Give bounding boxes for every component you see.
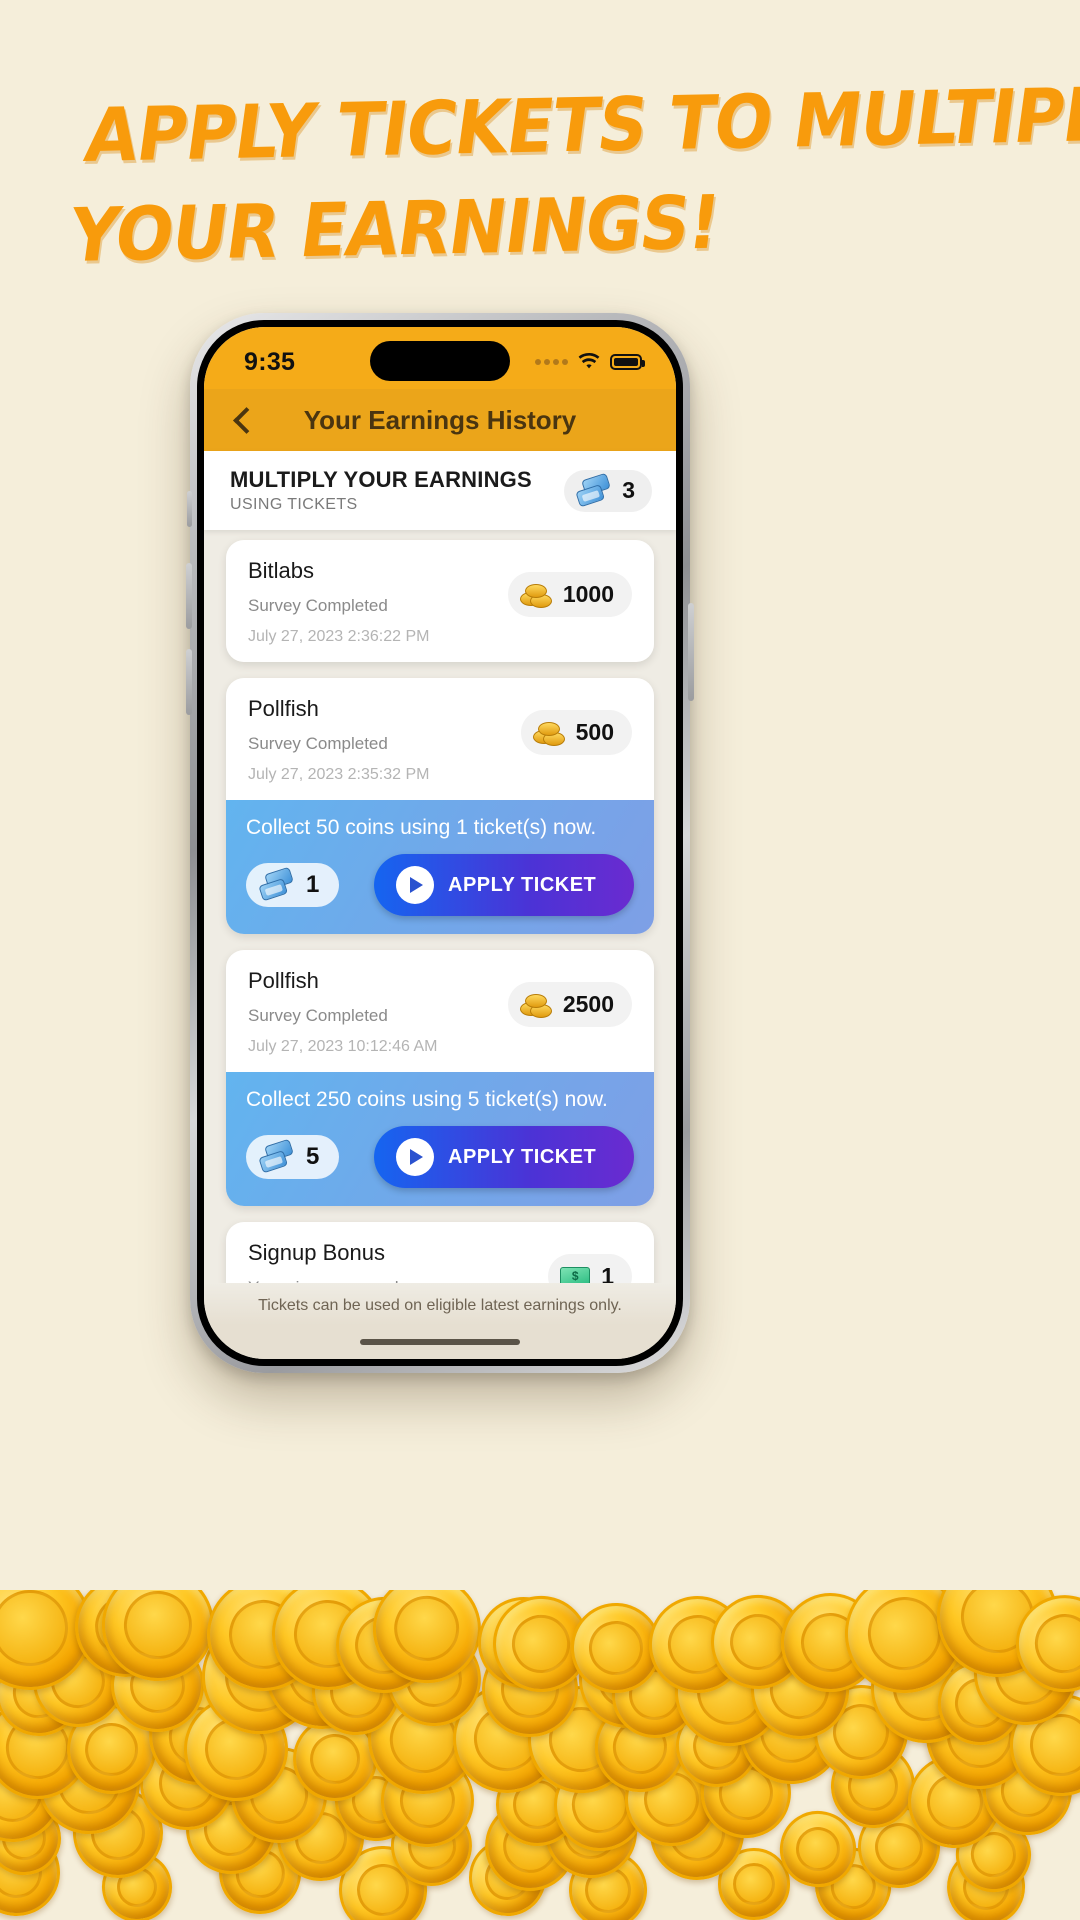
money-icon bbox=[560, 1264, 592, 1283]
promo-text: Collect 250 coins using 5 ticket(s) now. bbox=[246, 1088, 608, 1111]
promo-ticket-pill: 5 bbox=[246, 1135, 340, 1179]
earning-amount-pill: 2500 bbox=[507, 982, 632, 1027]
silent-switch[interactable] bbox=[187, 491, 192, 527]
status-icons bbox=[535, 345, 645, 371]
earning-card[interactable]: Bitlabs Survey Completed July 27, 2023 2… bbox=[226, 540, 654, 662]
earning-description: Survey Completed bbox=[248, 1006, 388, 1025]
list-item[interactable]: Pollfish Survey Completed July 27, 2023 … bbox=[226, 678, 654, 934]
earning-amount: 500 bbox=[575, 719, 614, 745]
headline-line-1: APPLY TICKETS TO MULTIPLY bbox=[80, 71, 1080, 179]
volume-down-button[interactable] bbox=[186, 649, 192, 715]
coin-stack-icon bbox=[519, 992, 554, 1018]
earning-name: Bitlabs bbox=[248, 558, 315, 583]
coin-stack-icon bbox=[519, 582, 554, 608]
earning-card[interactable]: Pollfish Survey Completed July 27, 2023 … bbox=[226, 678, 654, 800]
apply-ticket-label: APPLY TICKET bbox=[448, 1145, 597, 1168]
earning-name: Pollfish bbox=[248, 696, 319, 721]
coin-stack-icon bbox=[532, 720, 567, 746]
apply-ticket-promo: Collect 50 coins using 1 ticket(s) now. … bbox=[226, 800, 654, 934]
coin-pile-decoration bbox=[0, 1590, 1080, 1920]
earning-info: Pollfish Survey Completed July 27, 2023 … bbox=[248, 696, 429, 784]
earning-amount-pill: 1 bbox=[548, 1254, 632, 1283]
status-time: 9:35 bbox=[244, 347, 296, 376]
signal-dots-icon bbox=[535, 359, 568, 365]
list-item[interactable]: Pollfish Survey Completed July 27, 2023 … bbox=[226, 950, 654, 1206]
earning-info: Bitlabs Survey Completed July 27, 2023 2… bbox=[248, 558, 429, 646]
apply-ticket-button[interactable]: APPLY TICKET bbox=[374, 1126, 634, 1188]
phone-bezel: 9:35 Your Earnings History MULTIPLY YOUR… bbox=[197, 320, 683, 1366]
battery-full-icon bbox=[610, 354, 645, 370]
app-screen: 9:35 Your Earnings History MULTIPLY YOUR… bbox=[204, 327, 676, 1359]
list-item[interactable]: Bitlabs Survey Completed July 27, 2023 2… bbox=[226, 540, 654, 662]
multiply-title: MULTIPLY YOUR EARNINGS bbox=[230, 467, 532, 492]
earning-amount-pill: 500 bbox=[520, 710, 632, 755]
earning-date: July 27, 2023 2:35:32 PM bbox=[248, 766, 430, 783]
apply-ticket-label: APPLY TICKET bbox=[448, 873, 597, 896]
apply-ticket-promo: Collect 250 coins using 5 ticket(s) now.… bbox=[226, 1072, 654, 1206]
play-icon bbox=[396, 1138, 434, 1176]
home-indicator[interactable] bbox=[204, 1325, 676, 1359]
headline-line-2: YOUR EARNINGS! bbox=[64, 179, 725, 279]
ticket-balance-count: 3 bbox=[622, 477, 635, 503]
status-bar: 9:35 bbox=[204, 327, 676, 389]
promo-row: 5 APPLY TICKET bbox=[246, 1126, 634, 1188]
earning-info: Pollfish Survey Completed July 27, 2023 … bbox=[248, 968, 437, 1056]
multiply-subtitle: USING TICKETS bbox=[230, 496, 358, 513]
apply-ticket-button[interactable]: APPLY TICKET bbox=[374, 854, 634, 916]
earning-card[interactable]: Signup Bonus Your sign up reward July 26… bbox=[226, 1222, 654, 1283]
ticket-icon bbox=[573, 471, 618, 509]
multiply-text-block: MULTIPLY YOUR EARNINGS USING TICKETS bbox=[230, 467, 532, 514]
ticket-balance-pill[interactable]: 3 bbox=[564, 469, 652, 512]
promo-ticket-count: 5 bbox=[306, 1143, 320, 1170]
earning-name: Pollfish bbox=[248, 968, 319, 993]
dynamic-island bbox=[370, 341, 510, 381]
play-icon bbox=[396, 866, 434, 904]
page-title: Your Earnings History bbox=[303, 404, 577, 435]
volume-up-button[interactable] bbox=[186, 563, 192, 629]
earning-info: Signup Bonus Your sign up reward July 26… bbox=[248, 1240, 429, 1283]
earning-amount: 1 bbox=[601, 1263, 614, 1283]
earning-name: Signup Bonus bbox=[248, 1240, 385, 1265]
promo-headline: APPLY TICKETS TO MULTIPLY YOUR EARNINGS! bbox=[62, 71, 1080, 284]
promo-ticket-pill: 1 bbox=[246, 863, 340, 907]
nav-bar: Your Earnings History bbox=[204, 389, 676, 451]
footnote: Tickets can be used on eligible latest e… bbox=[204, 1283, 676, 1325]
list-item[interactable]: Signup Bonus Your sign up reward July 26… bbox=[226, 1222, 654, 1283]
ticket-icon bbox=[256, 1138, 301, 1176]
phone-mockup: 9:35 Your Earnings History MULTIPLY YOUR… bbox=[186, 313, 694, 1373]
earning-amount: 2500 bbox=[562, 991, 614, 1017]
earning-card[interactable]: Pollfish Survey Completed July 27, 2023 … bbox=[226, 950, 654, 1072]
earning-amount: 1000 bbox=[562, 581, 614, 607]
earning-date: July 27, 2023 10:12:46 AM bbox=[248, 1038, 438, 1055]
earning-description: Survey Completed bbox=[248, 596, 388, 615]
earning-date: July 27, 2023 2:36:22 PM bbox=[248, 628, 430, 645]
earning-amount-pill: 1000 bbox=[507, 572, 632, 617]
promo-row: 1 APPLY TICKET bbox=[246, 854, 634, 916]
promo-ticket-count: 1 bbox=[306, 871, 320, 898]
ticket-icon bbox=[256, 866, 301, 904]
promo-text: Collect 50 coins using 1 ticket(s) now. bbox=[246, 816, 597, 839]
earnings-list[interactable]: Bitlabs Survey Completed July 27, 2023 2… bbox=[204, 530, 676, 1283]
multiply-earnings-banner: MULTIPLY YOUR EARNINGS USING TICKETS 3 bbox=[204, 451, 676, 530]
earning-description: Survey Completed bbox=[248, 734, 388, 753]
power-button[interactable] bbox=[688, 603, 694, 701]
wifi-icon bbox=[577, 352, 601, 371]
